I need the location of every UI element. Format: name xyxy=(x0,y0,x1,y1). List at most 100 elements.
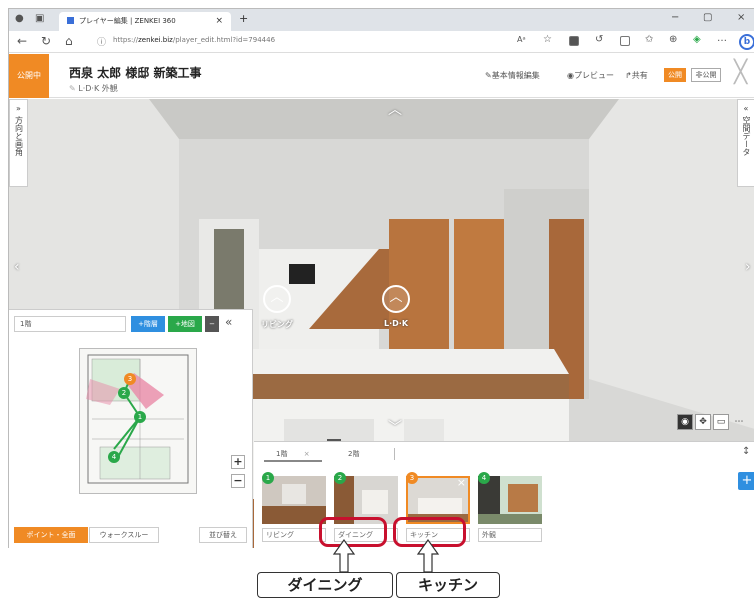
remove-scene-3-icon[interactable]: × xyxy=(457,478,466,489)
map-point-1[interactable]: 1 xyxy=(134,411,146,423)
url-field[interactable]: https://zenkei.biz/player_edit.html?id=7… xyxy=(113,36,275,44)
expand-left-icon: « xyxy=(743,104,749,113)
collapse-panel-button[interactable]: « xyxy=(225,315,232,329)
tag-line: ✎ L·D·K 外観 xyxy=(69,83,118,94)
add-floor-button[interactable]: +階層 xyxy=(131,316,165,332)
point-mode-button[interactable]: ポイント・全面 xyxy=(14,527,88,543)
zoom-out-button[interactable]: − xyxy=(231,474,245,488)
collections-icon[interactable]: ⊕ xyxy=(669,34,677,45)
read-aloud-icon[interactable]: Aᵃ xyxy=(517,35,526,44)
site-favicon-icon xyxy=(67,17,74,24)
split-screen-icon[interactable] xyxy=(620,36,630,46)
scene-2-badge: 2 xyxy=(334,472,346,484)
floor-tab-1-close[interactable]: × xyxy=(304,450,310,458)
zoom-in-button[interactable]: + xyxy=(231,455,245,469)
preview-link[interactable]: ◉プレビュー xyxy=(567,70,614,81)
window-close-button[interactable]: × xyxy=(737,12,745,23)
look-down-icon[interactable]: ﹀ xyxy=(388,417,402,437)
viewer-toolbar: ◉ ✥ ▭ ⋯ xyxy=(677,414,749,431)
back-icon[interactable]: ← xyxy=(17,34,27,48)
reload-icon[interactable]: ↻ xyxy=(41,34,51,48)
scene-4-name[interactable]: 外観 xyxy=(478,528,542,542)
floor-map-panel: 1階 +階層 +地図 − « 3 2 1 4 + − ポイント・全面 ウォークス… xyxy=(9,309,253,548)
add-map-button[interactable]: +地図 xyxy=(168,316,202,332)
home-icon[interactable]: ⌂ xyxy=(65,34,73,48)
expand-right-icon: » xyxy=(16,104,21,113)
close-editor-icon[interactable]: ╳ xyxy=(734,60,747,85)
spatial-panel-toggle[interactable]: « 空間データ xyxy=(737,99,754,187)
look-right-icon[interactable]: › xyxy=(745,259,751,275)
profile-icon[interactable]: ● xyxy=(15,13,24,24)
scene-1-name[interactable]: リビング xyxy=(262,528,326,542)
map-point-3[interactable]: 3 xyxy=(124,373,136,385)
look-left-icon[interactable]: ‹ xyxy=(14,259,20,275)
map-point-4[interactable]: 4 xyxy=(108,451,120,463)
copilot-icon[interactable]: b xyxy=(739,34,754,50)
remove-map-button[interactable]: − xyxy=(205,316,219,332)
angle-panel-label: 方向と画角 xyxy=(14,116,24,156)
preview-label: プレビュー xyxy=(573,71,614,80)
dining-callout: ダイニング xyxy=(257,572,393,598)
basic-info-label: 基本情報編集 xyxy=(491,71,540,80)
angle-panel-toggle[interactable]: » 方向と画角 xyxy=(9,99,28,187)
refresh-extension-icon[interactable]: ↺ xyxy=(595,34,603,45)
maximize-button[interactable]: ▢ xyxy=(703,12,712,23)
favorite-star-icon[interactable]: ☆ xyxy=(543,34,552,45)
scene-thumb-4-image xyxy=(478,476,542,524)
more-options-icon[interactable]: … xyxy=(717,33,727,44)
shield-icon[interactable]: ◈ xyxy=(693,34,701,45)
extension-icon[interactable] xyxy=(569,36,579,46)
favorites-icon[interactable]: ✩ xyxy=(645,34,653,45)
scene-thumb-1-image xyxy=(262,476,326,524)
share-label: 共有 xyxy=(631,71,648,80)
tab-actions-icon[interactable]: ▣ xyxy=(35,13,44,24)
reorder-button[interactable]: 並び替え xyxy=(199,527,247,543)
floor-tab-2[interactable]: 2階 xyxy=(348,446,388,462)
url-path: /player_edit.html?id=794446 xyxy=(172,36,276,44)
url-domain: zenkei.biz xyxy=(138,36,173,44)
tab-bar: ● ▣ プレイヤー編集 | ZENKEI 360 × + − ▢ × xyxy=(9,9,754,31)
callout-arrows xyxy=(332,538,440,573)
tag-icon: ✎ xyxy=(69,84,79,93)
share-link[interactable]: ↱共有 xyxy=(625,70,648,81)
add-scene-button[interactable]: + xyxy=(738,472,754,490)
more-icon[interactable]: ⋯ xyxy=(731,415,747,431)
floor-tab-1[interactable]: 1階 × xyxy=(264,446,322,462)
move-icon[interactable]: ✥ xyxy=(695,414,711,430)
tab-divider xyxy=(394,448,395,460)
map-point-2[interactable]: 2 xyxy=(118,387,130,399)
scene-thumb-1[interactable] xyxy=(262,476,326,524)
site-info-icon[interactable]: ⓘ xyxy=(97,35,106,48)
look-up-icon[interactable]: ︿ xyxy=(388,99,402,119)
comment-icon[interactable]: ▭ xyxy=(713,414,729,430)
tab-close-button[interactable]: × xyxy=(215,12,223,31)
resize-handle-icon[interactable]: ↕ xyxy=(742,446,750,457)
floor-plan-map[interactable]: 3 2 1 4 xyxy=(79,348,197,494)
dining-arrow-icon xyxy=(332,538,356,573)
floor-tab-1-label: 1階 xyxy=(276,450,288,458)
walkthrough-button[interactable]: ウォークスルー xyxy=(89,527,159,543)
hotspot-living-icon[interactable]: ︿ xyxy=(263,285,291,313)
floor-tab-2-label: 2階 xyxy=(348,450,360,458)
kitchen-callout: キッチン xyxy=(396,572,500,598)
scene-3-badge: 3 xyxy=(406,472,418,484)
hotspot-ldk-label: L·D·K xyxy=(384,319,409,328)
browser-tab[interactable]: プレイヤー編集 | ZENKEI 360 × xyxy=(59,12,231,31)
url-prefix: https:// xyxy=(113,36,139,44)
app-header: 公開中 西泉 太郎 様邸 新築工事 ✎ L·D·K 外観 ✎基本情報編集 ◉プレ… xyxy=(9,54,754,98)
publish-button[interactable]: 公開 xyxy=(664,68,686,82)
scene-thumb-4[interactable] xyxy=(478,476,542,524)
camera-icon[interactable]: ◉ xyxy=(677,414,693,430)
address-bar-row: ← ↻ ⌂ ⓘ https://zenkei.biz/player_edit.h… xyxy=(9,31,754,53)
tag-text: L·D·K 外観 xyxy=(78,84,118,93)
hotspot-ldk-icon[interactable]: ︿ xyxy=(382,285,410,313)
unpublish-button[interactable]: 非公開 xyxy=(691,68,721,82)
minimize-button[interactable]: − xyxy=(671,12,679,23)
floor-select[interactable]: 1階 xyxy=(14,316,126,332)
status-badge: 公開中 xyxy=(9,54,49,98)
pencil-icon: ✎ xyxy=(485,71,492,80)
new-tab-button[interactable]: + xyxy=(239,12,248,25)
kitchen-arrow-icon xyxy=(416,538,440,573)
basic-info-link[interactable]: ✎基本情報編集 xyxy=(485,70,540,81)
eye-icon: ◉ xyxy=(567,71,574,80)
